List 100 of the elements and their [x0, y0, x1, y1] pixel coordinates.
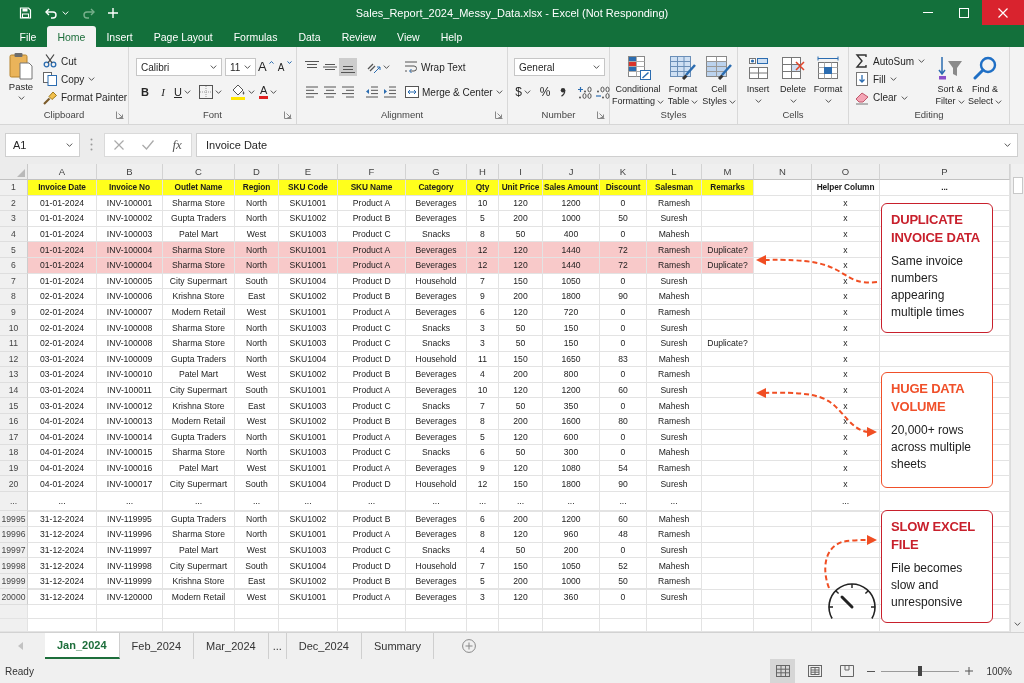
format-painter-button[interactable]: Format Painter: [43, 88, 128, 107]
row-header[interactable]: 5: [0, 242, 28, 258]
table-cell: 02-01-2024: [28, 335, 97, 352]
align-bottom-button[interactable]: [339, 58, 357, 76]
table-cell: SKU1002: [279, 211, 338, 227]
table-cell: Beverages: [406, 289, 467, 305]
row-header[interactable]: 1: [0, 180, 28, 196]
ribbon-tab[interactable]: Help: [430, 26, 473, 47]
format-table-button[interactable]: Format Table: [664, 52, 702, 107]
decrease-decimal-button[interactable]: [594, 83, 612, 101]
row-header[interactable]: 3: [0, 211, 28, 227]
bold-button[interactable]: B: [136, 83, 154, 101]
column-header[interactable]: G: [406, 164, 467, 180]
ribbon-tab[interactable]: Data: [287, 26, 332, 47]
table-cell: x: [812, 257, 880, 274]
ribbon-tab[interactable]: File: [9, 26, 47, 47]
align-right-button[interactable]: [339, 83, 357, 101]
ribbon-tab[interactable]: Review: [331, 26, 387, 47]
italic-button[interactable]: I: [154, 83, 172, 101]
format-cells-button[interactable]: Format: [811, 52, 845, 107]
launcher-icon[interactable]: [597, 110, 605, 119]
ribbon-tab[interactable]: Home: [46, 26, 96, 47]
row-header[interactable]: 20000: [0, 589, 28, 606]
wrap-text-button[interactable]: Wrap Text: [402, 58, 468, 76]
column-header[interactable]: E: [279, 164, 338, 180]
row-header[interactable]: 8: [0, 289, 28, 305]
clear-button[interactable]: Clear: [855, 88, 931, 107]
zoom-in-button[interactable]: [964, 665, 975, 677]
conditional-formatting-button[interactable]: Conditional Formatting: [612, 52, 664, 107]
row-header[interactable]: ...: [0, 491, 28, 512]
launcher-icon[interactable]: [116, 110, 124, 119]
ribbon-tab[interactable]: Formulas: [223, 26, 288, 47]
cell-styles-button[interactable]: Cell Styles: [702, 52, 736, 107]
name-box[interactable]: A1: [5, 132, 80, 157]
scroll-thumb[interactable]: [1012, 177, 1023, 194]
grip-icon[interactable]: [90, 138, 93, 151]
grow-font-button[interactable]: A: [256, 58, 276, 76]
font-color-button[interactable]: A: [256, 83, 280, 101]
row-header[interactable]: 10: [0, 320, 28, 336]
column-header[interactable]: D: [235, 164, 279, 180]
increase-indent-button[interactable]: [381, 83, 399, 101]
column-header[interactable]: J: [543, 164, 600, 180]
currency-button[interactable]: $: [514, 83, 532, 101]
font-size-field[interactable]: 11: [225, 58, 256, 76]
column-header[interactable]: A: [28, 164, 97, 180]
zoom-level[interactable]: 100%: [986, 665, 1012, 677]
column-header[interactable]: B: [97, 164, 163, 180]
normal-view-button[interactable]: [770, 659, 796, 683]
fill-button[interactable]: Fill: [855, 70, 931, 89]
row-header[interactable]: 20: [0, 476, 28, 492]
ribbon-tab[interactable]: Insert: [95, 26, 144, 47]
column-header[interactable]: F: [338, 164, 406, 180]
column-header[interactable]: I: [499, 164, 543, 180]
find-select-button[interactable]: Find & Select: [967, 52, 1003, 107]
column-header[interactable]: H: [467, 164, 499, 180]
row-header[interactable]: 19996: [0, 527, 28, 543]
row-header[interactable]: 19995: [0, 511, 28, 528]
column-header[interactable]: P: [880, 164, 1010, 180]
table-cell: 1000: [543, 211, 600, 227]
column-header[interactable]: O: [812, 164, 880, 180]
row-header[interactable]: 18: [0, 445, 28, 461]
align-center-button[interactable]: [321, 83, 339, 101]
column-header[interactable]: C: [163, 164, 235, 180]
vertical-scrollbar[interactable]: [1010, 164, 1024, 632]
increase-decimal-button[interactable]: [576, 83, 594, 101]
merge-center-button[interactable]: Merge & Center: [403, 83, 505, 101]
column-header[interactable]: K: [600, 164, 647, 180]
underline-button[interactable]: U: [172, 83, 193, 101]
copy-button[interactable]: Copy: [43, 70, 128, 89]
autosum-button[interactable]: AutoSum: [855, 52, 931, 71]
row-header[interactable]: 13: [0, 367, 28, 383]
row-header[interactable]: 19998: [0, 558, 28, 574]
paste-button[interactable]: Paste: [5, 52, 37, 107]
ribbon-tab[interactable]: Page Layout: [143, 26, 224, 47]
column-header[interactable]: M: [702, 164, 754, 180]
caret-icon: [495, 90, 503, 94]
sort-filter-button[interactable]: Sort & Filter: [933, 52, 967, 107]
shrink-font-button[interactable]: A: [275, 58, 294, 76]
font-name-field[interactable]: Calibri: [136, 58, 222, 76]
percent-button[interactable]: %: [536, 83, 554, 101]
ribbon-tab[interactable]: View: [386, 26, 431, 47]
number-format-field[interactable]: General: [514, 58, 605, 76]
column-header[interactable]: N: [754, 164, 812, 180]
insert-cells-button[interactable]: Insert: [741, 52, 775, 107]
decrease-indent-button[interactable]: [363, 83, 381, 101]
launcher-icon[interactable]: [495, 110, 503, 119]
row-header[interactable]: 15: [0, 398, 28, 414]
cut-button[interactable]: Cut: [43, 52, 128, 71]
header-cell: Discount: [600, 180, 647, 196]
table-cell: ...: [338, 491, 406, 512]
column-header[interactable]: L: [647, 164, 702, 180]
align-left-button[interactable]: [303, 83, 321, 101]
delete-cells-button[interactable]: Delete: [775, 52, 811, 107]
launcher-icon[interactable]: [284, 110, 292, 119]
slider-thumb[interactable]: [918, 666, 923, 676]
insert-function-button[interactable]: fx: [169, 135, 185, 154]
formula-input[interactable]: Invoice Date: [196, 132, 1018, 157]
borders-button[interactable]: [196, 83, 224, 101]
table-cell: Gupta Traders: [163, 511, 235, 528]
sheet-tab[interactable]: Jan_2024: [45, 633, 120, 659]
